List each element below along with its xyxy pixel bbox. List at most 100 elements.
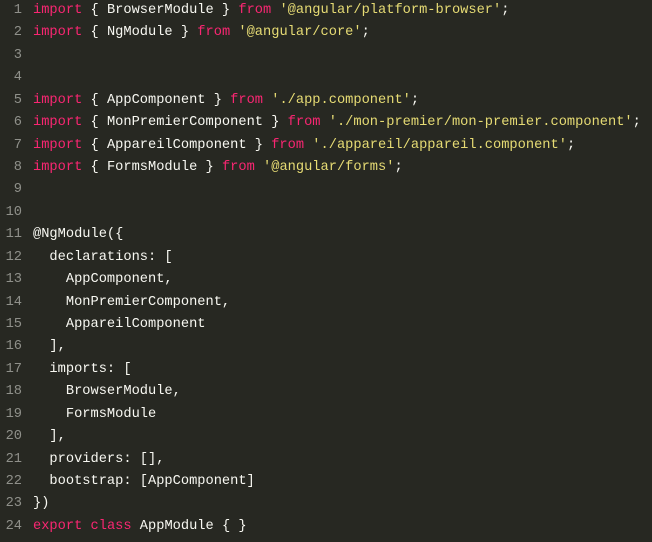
code-line[interactable]: 24 export class AppModule { } (0, 516, 652, 538)
code-line[interactable]: 4 (0, 67, 652, 89)
text-token: providers: [], (33, 451, 165, 467)
keyword-token: class (90, 518, 132, 534)
string-token: '@angular/forms' (263, 160, 395, 175)
code-text: AppareilComponent (33, 314, 206, 336)
code-text: providers: [], (33, 449, 164, 471)
text-token: ], (33, 429, 66, 445)
code-text: import { BrowserModule } from '@angular/… (33, 0, 509, 22)
code-text: BrowserModule, (33, 381, 181, 403)
code-line[interactable]: 19 FormsModule (0, 404, 652, 426)
code-line[interactable]: 12 declarations: [ (0, 247, 652, 269)
code-line[interactable]: 23}) (0, 493, 652, 515)
line-number: 20 (5, 429, 22, 445)
code-editor[interactable]: 1 import { BrowserModule } from '@angular… (0, 0, 652, 542)
line-number: 10 (5, 204, 22, 220)
text-token: ; (410, 92, 420, 108)
keyword-token: import (33, 115, 83, 131)
keyword-token: import (33, 137, 83, 153)
code-line[interactable]: 16 ], (0, 336, 652, 358)
line-number: 8 (13, 160, 22, 175)
code-text: MonPremierComponent, (33, 292, 230, 314)
string-token: '@angular/core' (238, 25, 362, 41)
code-text: ], (33, 426, 66, 448)
code-text: declarations: [ (33, 247, 173, 269)
text-token: }) (33, 496, 50, 512)
code-line[interactable]: 13 AppComponent, (0, 269, 652, 291)
code-text: bootstrap: [AppComponent] (33, 471, 255, 493)
keyword-token: from (197, 25, 231, 41)
code-text: import { AppComponent } from './app.comp… (33, 90, 419, 112)
text-token: BrowserModule, (33, 384, 181, 400)
code-text: imports: [ (33, 359, 132, 381)
keyword-token: import (33, 160, 83, 175)
text-token: declarations: [ (33, 249, 173, 265)
code-line[interactable]: 22 bootstrap: [AppComponent] (0, 471, 652, 493)
code-line[interactable]: 11 @NgModule({ (0, 224, 652, 246)
line-number: 7 (13, 137, 22, 153)
code-text: AppComponent, (33, 269, 173, 291)
code-line[interactable]: 2 import { NgModule } from '@angular/core… (0, 22, 652, 44)
line-number: 23 (5, 496, 22, 512)
code-line[interactable]: 17 imports: [ (0, 359, 652, 381)
code-line[interactable]: 5 import { AppComponent } from './app.com… (0, 90, 652, 112)
line-number: 16 (5, 339, 22, 355)
keyword-token: export (33, 518, 83, 534)
keyword-token: import (33, 25, 83, 41)
code-line[interactable]: 9 (0, 179, 652, 201)
text-token: @NgModule({ (33, 227, 124, 243)
line-number: 5 (13, 92, 22, 108)
line-number: 22 (5, 474, 22, 490)
text-token: imports: [ (33, 361, 132, 377)
code-text: import { MonPremierComponent } from './m… (33, 112, 641, 134)
line-number: 19 (5, 406, 22, 422)
text-token: { NgModule } (82, 25, 198, 41)
string-token: './appareil/appareil.component' (312, 137, 567, 153)
line-number: 2 (13, 25, 22, 41)
code-line[interactable]: 20 ], (0, 426, 652, 448)
code-text: ], (33, 336, 65, 358)
keyword-token: import (33, 3, 83, 18)
code-line[interactable]: 8 import { FormsModule } from '@angular/f… (0, 157, 652, 179)
text-token: ; (394, 160, 403, 175)
code-line[interactable]: 14 MonPremierComponent, (0, 292, 652, 314)
text-token: ; (566, 137, 576, 153)
text-token: ; (361, 25, 370, 41)
line-number: 4 (13, 70, 22, 86)
keyword-token: import (33, 92, 83, 108)
text-token: { MonPremierComponent } (82, 115, 288, 131)
line-number: 18 (5, 384, 22, 400)
code-line[interactable]: 7 import { AppareilComponent } from './ap… (0, 135, 652, 157)
string-token: './mon-premier/mon-premier.component' (328, 115, 633, 131)
line-number: 3 (13, 47, 22, 63)
code-text: import { AppareilComponent } from './app… (33, 135, 575, 157)
code-line[interactable]: 18 BrowserModule, (0, 381, 652, 403)
keyword-token: from (230, 92, 264, 108)
line-number: 9 (13, 182, 22, 198)
code-text: export class AppModule { } (33, 516, 247, 538)
code-line[interactable]: 10 (0, 202, 652, 224)
text-token: { AppareilComponent } (82, 137, 272, 153)
line-number: 13 (5, 272, 22, 288)
keyword-token: from (221, 160, 255, 175)
code-line[interactable]: 6 import { MonPremierComponent } from './… (0, 112, 652, 134)
code-text: FormsModule (33, 404, 156, 426)
code-text: @NgModule({ (33, 224, 123, 246)
code-line[interactable]: 21 providers: [], (0, 449, 652, 471)
code-text: import { NgModule } from '@angular/core'… (33, 22, 370, 44)
keyword-token: from (238, 3, 272, 18)
code-text: import { FormsModule } from '@angular/fo… (33, 157, 403, 179)
code-line[interactable]: 15 AppareilComponent (0, 314, 652, 336)
line-number: 24 (5, 518, 22, 534)
string-token: '@angular/platform-browser' (279, 3, 502, 18)
code-line[interactable]: 1 import { BrowserModule } from '@angular… (0, 0, 652, 22)
text-token: FormsModule (33, 406, 157, 422)
line-number: 21 (5, 451, 22, 467)
text-token: bootstrap: [AppComponent] (33, 474, 255, 490)
text-token: { AppComponent } (82, 92, 231, 108)
code-line[interactable]: 3 (0, 45, 652, 67)
line-number: 1 (13, 3, 22, 18)
text-token: AppareilComponent (33, 317, 206, 333)
